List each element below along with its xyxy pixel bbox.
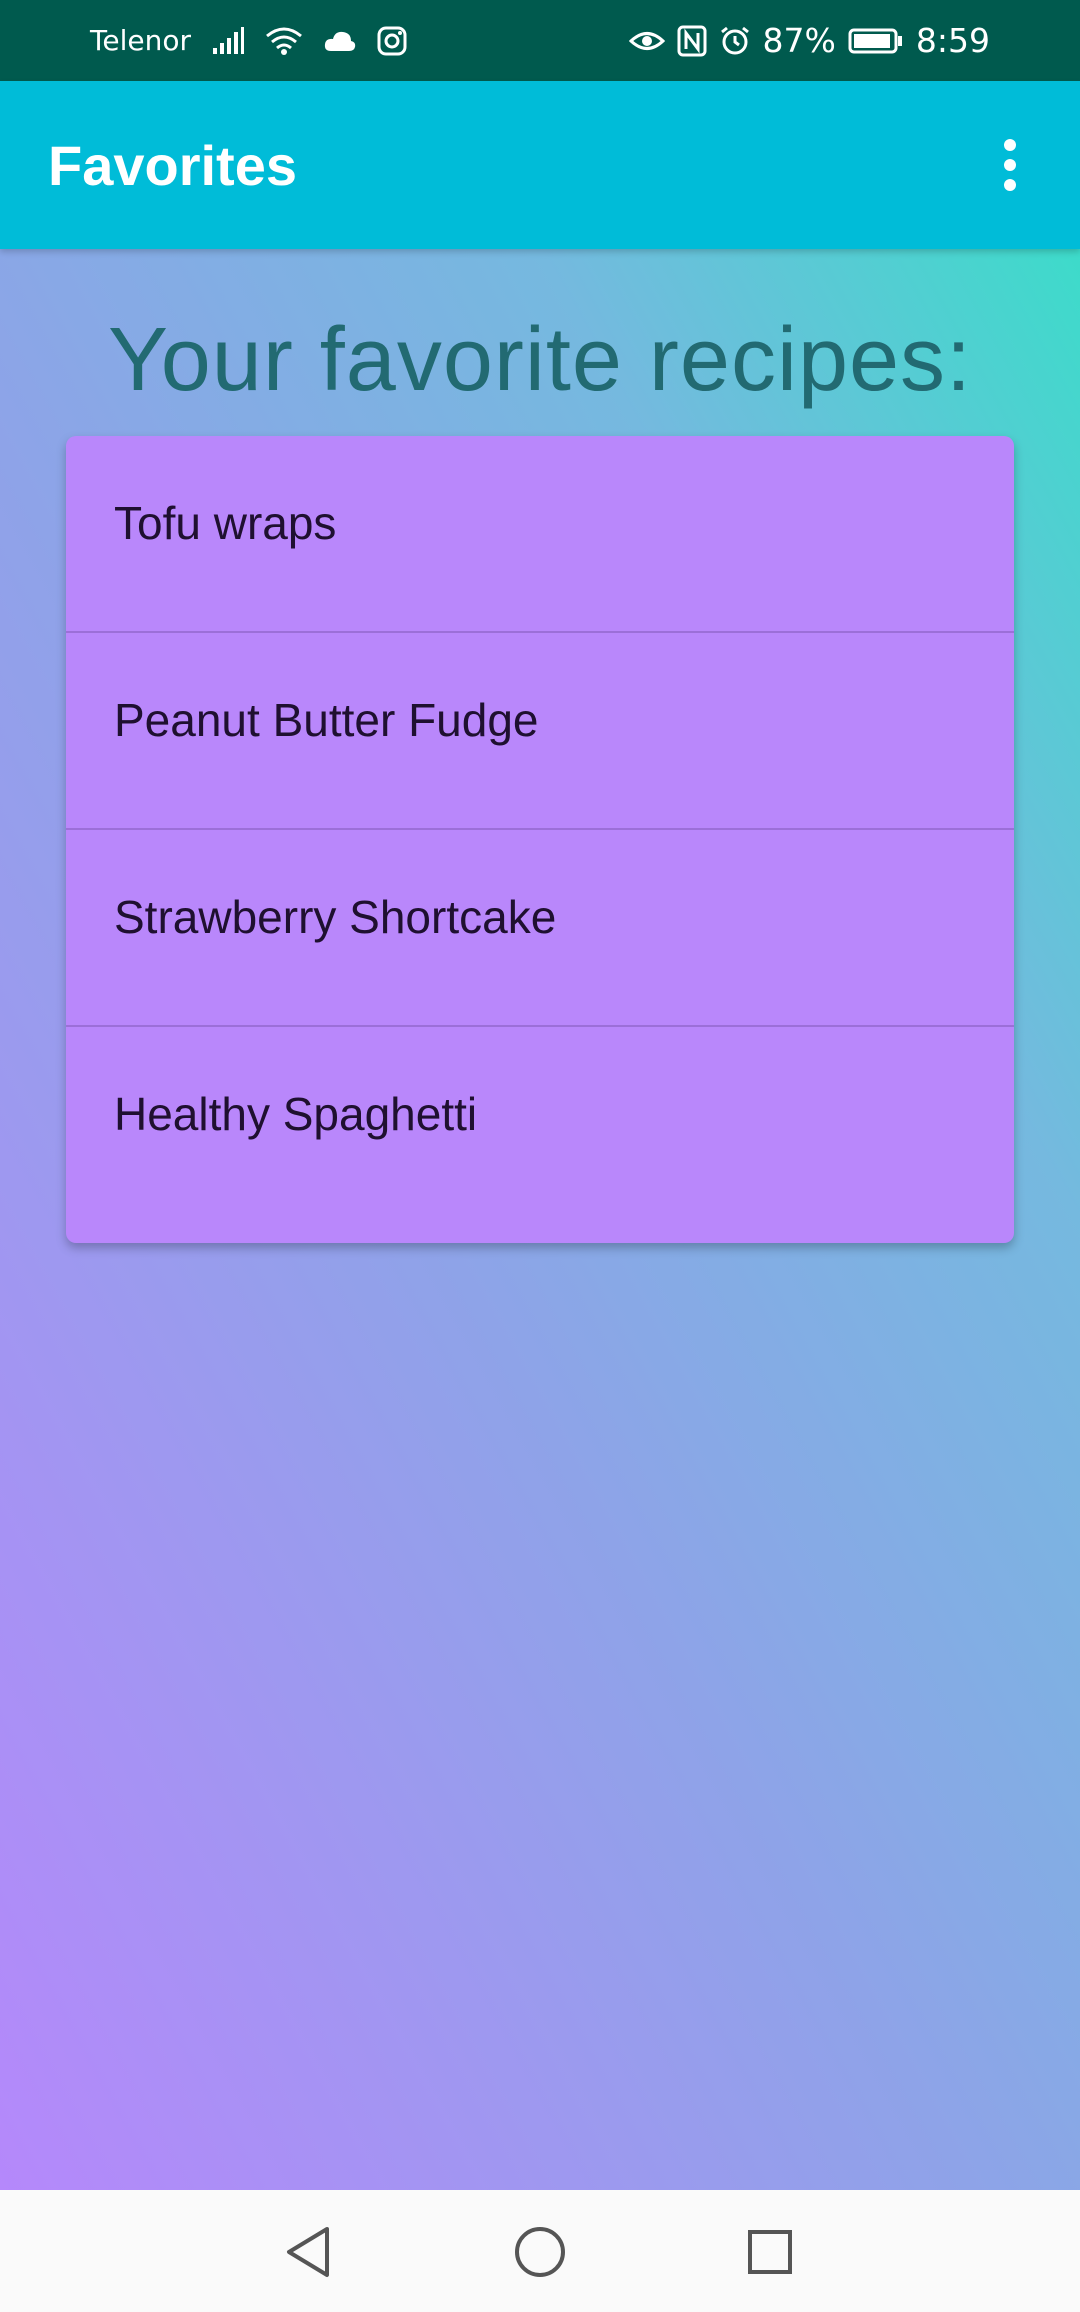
wifi-icon — [265, 26, 303, 56]
carrier-name: Telenor — [90, 24, 191, 57]
navigation-bar — [0, 2190, 1080, 2312]
screen: Telenor 87% 8:59 Favorites Your favorite… — [0, 0, 1080, 2312]
home-icon[interactable] — [508, 2220, 572, 2284]
cloud-icon — [323, 29, 357, 53]
overflow-menu-icon[interactable] — [970, 125, 1050, 205]
status-bar: Telenor 87% 8:59 — [0, 0, 1080, 81]
recipe-item[interactable]: Healthy Spaghetti — [66, 1027, 1014, 1222]
recipe-item[interactable]: Strawberry Shortcake — [66, 830, 1014, 1027]
clock: 8:59 — [915, 21, 990, 60]
recents-icon[interactable] — [738, 2220, 802, 2284]
nfc-icon — [677, 25, 707, 57]
page-heading: Your favorite recipes: — [107, 310, 973, 410]
signal-icon — [211, 26, 245, 56]
menu-dot — [1004, 159, 1016, 171]
menu-dot — [1004, 179, 1016, 191]
status-left: Telenor — [90, 0, 407, 81]
recipe-list: Tofu wraps Peanut Butter Fudge Strawberr… — [66, 436, 1014, 1243]
recipe-label: Healthy Spaghetti — [114, 1088, 478, 1140]
status-right: 87% 8:59 — [628, 0, 990, 81]
recipe-label: Tofu wraps — [114, 497, 337, 549]
eye-icon — [628, 28, 665, 54]
app-bar: Favorites — [0, 81, 1080, 249]
battery-percent: 87% — [762, 21, 836, 60]
recipe-label: Peanut Butter Fudge — [114, 694, 539, 746]
back-icon[interactable] — [276, 2220, 340, 2284]
recipe-label: Strawberry Shortcake — [114, 891, 557, 943]
recipe-item[interactable]: Peanut Butter Fudge — [66, 633, 1014, 830]
alarm-icon — [719, 25, 751, 57]
menu-dot — [1004, 139, 1016, 151]
battery-icon — [848, 27, 904, 55]
recipe-item[interactable]: Tofu wraps — [66, 436, 1014, 633]
app-title: Favorites — [48, 133, 297, 197]
main-content: Your favorite recipes: Tofu wraps Peanut… — [0, 249, 1080, 2190]
instagram-icon — [377, 26, 407, 56]
